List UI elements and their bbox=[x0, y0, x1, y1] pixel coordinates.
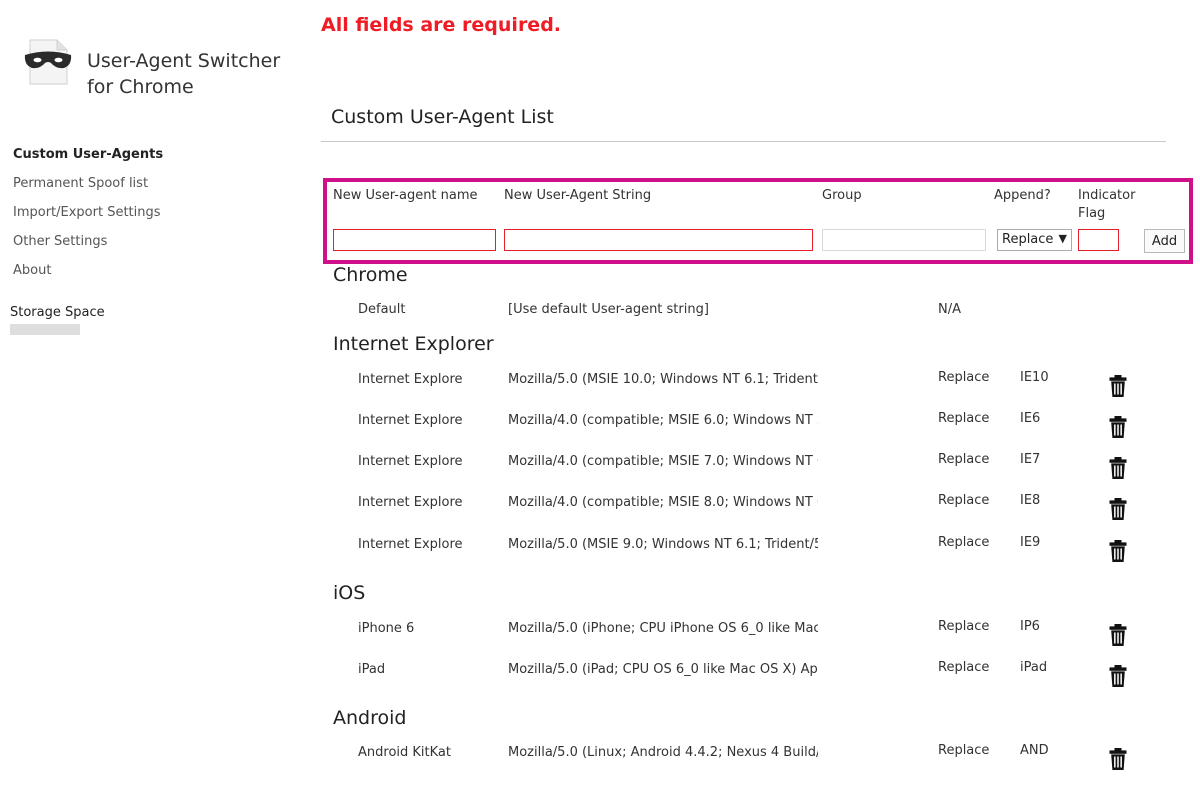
ua-append: Replace bbox=[938, 743, 990, 758]
table-row[interactable]: Default [Use default User-agent string] … bbox=[0, 302, 1200, 326]
string-label: New User-Agent String bbox=[504, 188, 652, 203]
ua-append: Replace bbox=[938, 535, 990, 550]
ua-name: Default bbox=[358, 302, 406, 317]
append-label: Append? bbox=[994, 188, 1051, 203]
group-heading-ios: iOS bbox=[333, 582, 366, 604]
append-select-value: Replace bbox=[1002, 232, 1054, 247]
app-title-line1: User-Agent Switcher bbox=[87, 50, 281, 72]
table-row[interactable]: iPhone 6 Mozilla/5.0 (iPhone; CPU iPhone… bbox=[0, 619, 1200, 647]
ua-flag: iPad bbox=[1020, 660, 1048, 675]
indicator-flag-input[interactable] bbox=[1078, 229, 1119, 251]
ua-append: Replace bbox=[938, 411, 990, 426]
trash-icon[interactable] bbox=[1108, 539, 1128, 563]
trash-icon[interactable] bbox=[1108, 456, 1128, 480]
error-message: All fields are required. bbox=[321, 14, 562, 36]
ua-flag: IE10 bbox=[1020, 370, 1049, 385]
table-row[interactable]: Internet Explore Mozilla/4.0 (compatible… bbox=[0, 411, 1200, 439]
section-divider bbox=[321, 141, 1166, 142]
ua-string: Mozilla/5.0 (MSIE 10.0; Windows NT 6.1; … bbox=[508, 372, 818, 387]
caret-down-icon: ▼ bbox=[1058, 232, 1067, 245]
trash-icon[interactable] bbox=[1108, 374, 1128, 398]
trash-icon[interactable] bbox=[1108, 664, 1128, 688]
trash-icon[interactable] bbox=[1108, 497, 1128, 521]
ua-append: Replace bbox=[938, 619, 990, 634]
new-user-agent-form: New User-agent name New User-Agent Strin… bbox=[323, 178, 1193, 264]
add-button[interactable]: Add bbox=[1144, 229, 1185, 253]
ua-flag: IE6 bbox=[1020, 411, 1041, 426]
trash-icon[interactable] bbox=[1108, 623, 1128, 647]
ua-name: Internet Explore bbox=[358, 495, 463, 510]
ua-string: Mozilla/5.0 (Linux; Android 4.4.2; Nexus… bbox=[508, 745, 818, 760]
ua-name: iPad bbox=[358, 662, 386, 677]
table-row[interactable]: Internet Explore Mozilla/5.0 (MSIE 10.0;… bbox=[0, 370, 1200, 398]
ua-name: Internet Explore bbox=[358, 537, 463, 552]
group-heading-chrome: Chrome bbox=[333, 264, 408, 286]
ua-append: Replace bbox=[938, 370, 990, 385]
ua-name: iPhone 6 bbox=[358, 621, 415, 636]
table-row[interactable]: Internet Explore Mozilla/4.0 (compatible… bbox=[0, 493, 1200, 521]
sidebar-nav: Custom User-Agents Permanent Spoof list … bbox=[13, 140, 163, 285]
ua-flag: IE8 bbox=[1020, 493, 1041, 508]
sidebar-item-custom-user-agents[interactable]: Custom User-Agents bbox=[13, 140, 163, 169]
ua-string: Mozilla/4.0 (compatible; MSIE 6.0; Windo… bbox=[508, 413, 818, 428]
new-name-input[interactable] bbox=[333, 229, 496, 251]
flag-label: Indicator Flag bbox=[1078, 187, 1135, 223]
ua-string: Mozilla/5.0 (MSIE 9.0; Windows NT 6.1; T… bbox=[508, 537, 818, 552]
new-string-input[interactable] bbox=[504, 229, 813, 251]
ua-append: Replace bbox=[938, 660, 990, 675]
section-title: Custom User-Agent List bbox=[331, 106, 554, 128]
append-select[interactable]: Replace ▼ bbox=[997, 229, 1072, 251]
ua-flag: IP6 bbox=[1020, 619, 1040, 634]
ua-string: Mozilla/4.0 (compatible; MSIE 8.0; Windo… bbox=[508, 495, 818, 510]
ua-name: Internet Explore bbox=[358, 372, 463, 387]
app-title: User-Agent Switcher for Chrome bbox=[87, 48, 280, 100]
ua-flag: IE7 bbox=[1020, 452, 1041, 467]
masked-document-icon bbox=[24, 39, 72, 85]
group-heading-android: Android bbox=[333, 707, 407, 729]
ua-string: [Use default User-agent string] bbox=[508, 302, 709, 317]
group-heading-internet-explorer: Internet Explorer bbox=[333, 333, 494, 355]
app-title-line2: for Chrome bbox=[87, 76, 194, 98]
table-row[interactable]: Internet Explore Mozilla/5.0 (MSIE 9.0; … bbox=[0, 535, 1200, 563]
ua-flag: IE9 bbox=[1020, 535, 1041, 550]
ua-name: Android KitKat bbox=[358, 745, 451, 760]
table-row[interactable]: iPad Mozilla/5.0 (iPad; CPU OS 6_0 like … bbox=[0, 660, 1200, 688]
ua-append: N/A bbox=[938, 302, 961, 317]
trash-icon[interactable] bbox=[1108, 747, 1128, 771]
flag-label-line1: Indicator bbox=[1078, 188, 1136, 203]
group-label: Group bbox=[822, 188, 862, 203]
ua-append: Replace bbox=[938, 452, 990, 467]
ua-name: Internet Explore bbox=[358, 454, 463, 469]
group-input[interactable] bbox=[822, 229, 986, 251]
ua-string: Mozilla/4.0 (compatible; MSIE 7.0; Windo… bbox=[508, 454, 818, 469]
app-brand: User-Agent Switcher for Chrome bbox=[24, 38, 304, 102]
ua-append: Replace bbox=[938, 493, 990, 508]
sidebar-item-permanent-spoof-list[interactable]: Permanent Spoof list bbox=[13, 169, 163, 198]
name-label: New User-agent name bbox=[333, 188, 478, 203]
flag-label-line2: Flag bbox=[1078, 206, 1106, 221]
table-row[interactable]: Android KitKat Mozilla/5.0 (Linux; Andro… bbox=[0, 743, 1200, 771]
ua-name: Internet Explore bbox=[358, 413, 463, 428]
sidebar-item-about[interactable]: About bbox=[13, 256, 163, 285]
ua-flag: AND bbox=[1020, 743, 1049, 758]
ua-string: Mozilla/5.0 (iPhone; CPU iPhone OS 6_0 l… bbox=[508, 621, 818, 636]
table-row[interactable]: Internet Explore Mozilla/4.0 (compatible… bbox=[0, 452, 1200, 480]
ua-string: Mozilla/5.0 (iPad; CPU OS 6_0 like Mac O… bbox=[508, 662, 818, 677]
sidebar-item-other-settings[interactable]: Other Settings bbox=[13, 227, 163, 256]
sidebar-item-import-export-settings[interactable]: Import/Export Settings bbox=[13, 198, 163, 227]
trash-icon[interactable] bbox=[1108, 415, 1128, 439]
